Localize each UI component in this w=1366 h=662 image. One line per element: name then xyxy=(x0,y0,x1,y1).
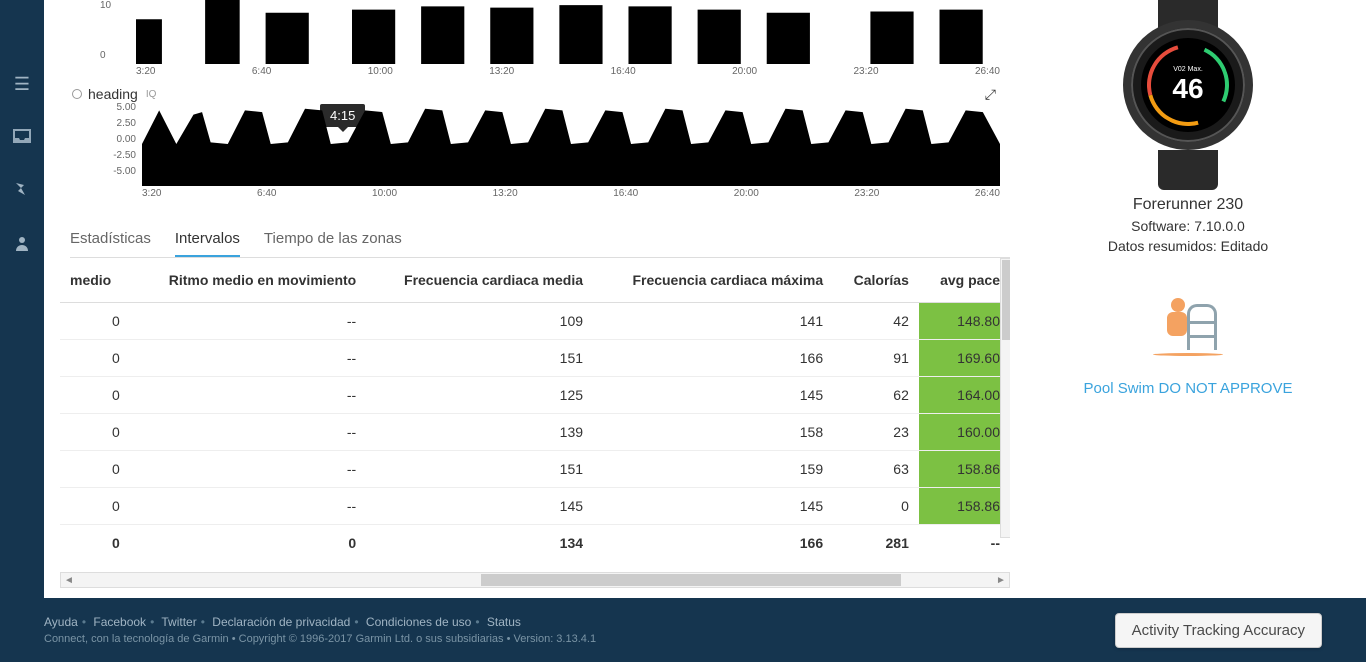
footer-link-help[interactable]: Ayuda xyxy=(44,615,78,629)
data-tabs: Estadísticas Intervalos Tiempo de las zo… xyxy=(70,222,1010,258)
device-summary: Datos resumidos: Editado xyxy=(1108,238,1268,254)
device-image: V02 Max. 46 xyxy=(1098,0,1278,190)
col-hr-avg[interactable]: Frecuencia cardiaca media xyxy=(366,258,593,303)
app-footer: Ayuda• Facebook• Twitter• Declaración de… xyxy=(0,598,1366,662)
iq-badge: IQ xyxy=(146,89,157,100)
chart2-title: heading xyxy=(88,86,138,102)
intervals-table-wrap: medio Ritmo medio en movimiento Frecuenc… xyxy=(60,258,1010,568)
chart-intervals-bars: 10 0 3:20 6:40 10:00 13:20 16:40 20:00 2… xyxy=(100,0,1000,80)
footer-link-facebook[interactable]: Facebook xyxy=(93,615,146,629)
chart2-header: heading IQ ⤢ xyxy=(72,86,1010,102)
tab-intervals[interactable]: Intervalos xyxy=(175,222,240,257)
scrollbar-thumb[interactable] xyxy=(481,574,901,586)
chart2-ylabel: 5.00 xyxy=(100,102,136,113)
expand-icon[interactable]: ⤢ xyxy=(985,86,996,103)
chart2-xaxis: 3:20 6:40 10:00 13:20 16:40 20:00 23:20 … xyxy=(142,188,1000,202)
pool-swim-link[interactable]: Pool Swim DO NOT APPROVE xyxy=(1084,380,1293,397)
table-scrollbar-vertical[interactable] xyxy=(1000,258,1010,538)
col-hr-max[interactable]: Frecuencia cardiaca máxima xyxy=(593,258,833,303)
chart2-area xyxy=(142,102,1000,186)
footer-link-terms[interactable]: Condiciones de uso xyxy=(366,615,471,629)
menu-icon[interactable]: ☰ xyxy=(14,74,30,95)
footer-link-privacy[interactable]: Declaración de privacidad xyxy=(212,615,350,629)
tab-zones[interactable]: Tiempo de las zonas xyxy=(264,222,402,257)
table-row[interactable]: 0--12514562164.00 xyxy=(60,377,1010,414)
col-ritmo[interactable]: Ritmo medio en movimiento xyxy=(130,258,366,303)
tab-statistics[interactable]: Estadísticas xyxy=(70,222,151,257)
table-header-row: medio Ritmo medio en movimiento Frecuenc… xyxy=(60,258,1010,303)
table-total-row: 00134166281-- xyxy=(60,525,1010,562)
chart1-bars xyxy=(136,0,1000,64)
footer-links: Ayuda• Facebook• Twitter• Declaración de… xyxy=(44,615,596,629)
chart2-ylabel: 0.00 xyxy=(100,134,136,145)
legend-dot-icon xyxy=(72,89,82,99)
left-nav: ☰ xyxy=(0,58,44,598)
table-row[interactable]: 0--1451450158.86 xyxy=(60,488,1010,525)
table-row[interactable]: 0--13915823160.00 xyxy=(60,414,1010,451)
device-software: Software: 7.10.0.0 xyxy=(1131,218,1245,234)
chart-heading: 4:15 5.00 2.50 0.00 -2.50 -5.00 3:20 6:4… xyxy=(100,102,1000,202)
col-avg-pace[interactable]: avg pace xyxy=(919,258,1010,303)
chart1-xaxis: 3:20 6:40 10:00 13:20 16:40 20:00 23:20 … xyxy=(136,66,1000,80)
col-calories[interactable]: Calorías xyxy=(833,258,919,303)
device-panel: V02 Max. 46 Forerunner 230 Software: 7.1… xyxy=(1010,0,1366,598)
col-medio[interactable]: medio xyxy=(60,258,130,303)
scroll-right-icon[interactable]: ► xyxy=(993,575,1009,586)
table-row[interactable]: 0--15115963158.86 xyxy=(60,451,1010,488)
accuracy-button[interactable]: Activity Tracking Accuracy xyxy=(1115,613,1322,648)
main-content: 10 0 3:20 6:40 10:00 13:20 16:40 20:00 2… xyxy=(44,0,1366,598)
left-panel: 10 0 3:20 6:40 10:00 13:20 16:40 20:00 2… xyxy=(44,0,1010,598)
profile-icon[interactable] xyxy=(14,235,30,256)
footer-copyright: Connect, con la tecnología de Garmin • C… xyxy=(44,633,596,645)
chart1-ylabel: 0 xyxy=(100,50,106,61)
chart2-ylabel: 2.50 xyxy=(100,118,136,129)
chart2-ylabel: -5.00 xyxy=(100,166,136,177)
pool-swim-icon xyxy=(1153,294,1223,364)
footer-link-status[interactable]: Status xyxy=(487,615,521,629)
table-scrollbar-horizontal[interactable]: ◄ ► xyxy=(60,572,1010,588)
device-name: Forerunner 230 xyxy=(1133,196,1243,214)
chart2-ylabel: -2.50 xyxy=(100,150,136,161)
table-row[interactable]: 0--10914142148.80 xyxy=(60,303,1010,340)
activity-icon[interactable] xyxy=(13,180,31,203)
chart1-ylabel: 10 xyxy=(100,0,111,11)
footer-link-twitter[interactable]: Twitter xyxy=(161,615,196,629)
table-row[interactable]: 0--15116691169.60 xyxy=(60,340,1010,377)
scroll-left-icon[interactable]: ◄ xyxy=(61,575,77,586)
inbox-icon[interactable] xyxy=(13,127,31,148)
intervals-table: medio Ritmo medio en movimiento Frecuenc… xyxy=(60,258,1010,561)
